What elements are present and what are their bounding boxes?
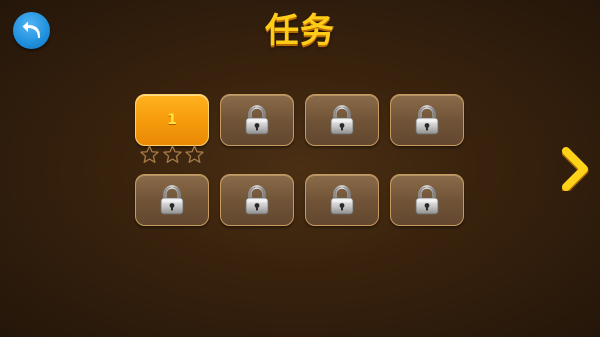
- chevron-right-icon[interactable]: [562, 147, 590, 191]
- star-empty-icon: [163, 145, 182, 164]
- level-number: 1: [167, 112, 177, 128]
- padlock-icon: [329, 185, 355, 215]
- padlock-icon: [244, 185, 270, 215]
- level-locked-button[interactable]: [305, 94, 379, 146]
- padlock-icon: [244, 105, 270, 135]
- level-locked-button[interactable]: [390, 174, 464, 226]
- level-locked-button[interactable]: [305, 174, 379, 226]
- page-title: 任务: [265, 11, 335, 51]
- level-locked-button[interactable]: [220, 174, 294, 226]
- padlock-icon: [414, 185, 440, 215]
- level-1-stars: [140, 145, 204, 165]
- level-locked-button[interactable]: [135, 174, 209, 226]
- padlock-icon: [414, 105, 440, 135]
- star-empty-icon: [185, 145, 204, 164]
- level-locked-button[interactable]: [220, 94, 294, 146]
- level-locked-button[interactable]: [390, 94, 464, 146]
- padlock-icon: [159, 185, 185, 215]
- level-1-button[interactable]: 1: [135, 94, 209, 146]
- star-empty-icon: [140, 145, 159, 164]
- padlock-icon: [329, 105, 355, 135]
